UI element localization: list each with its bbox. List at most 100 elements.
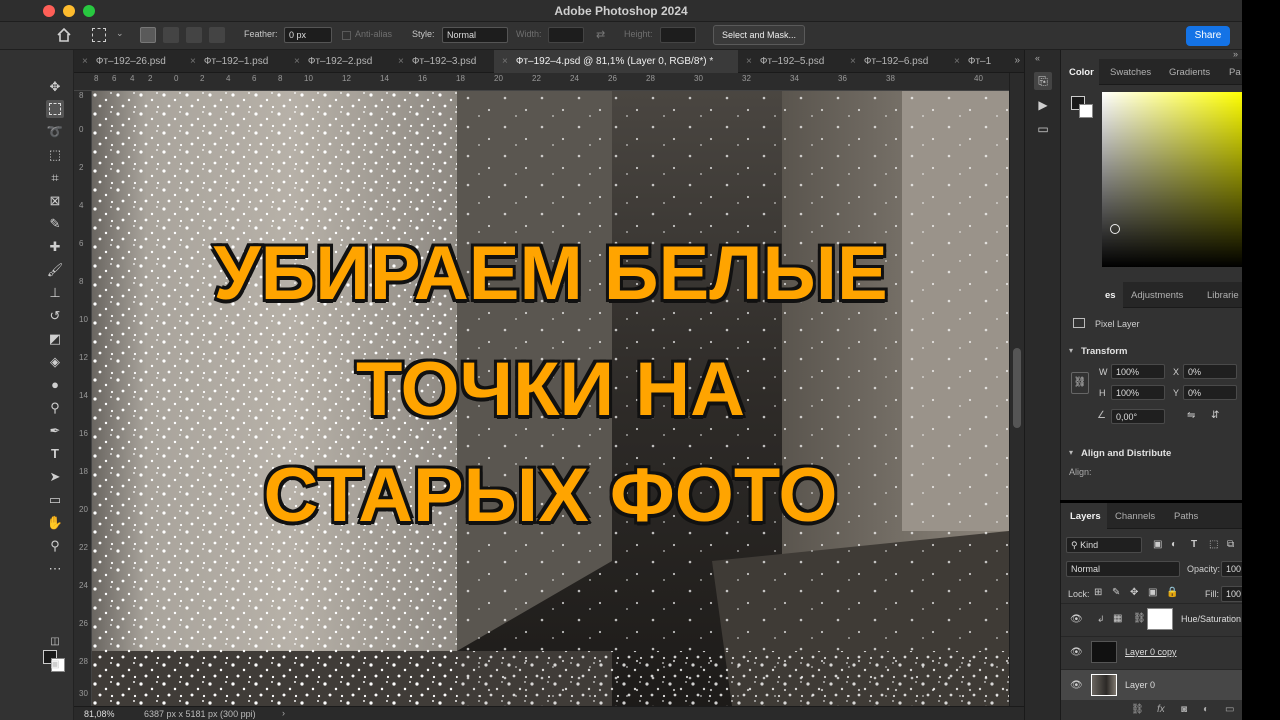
tab-doc-3[interactable]: × Фт–192–3.psd xyxy=(390,50,494,73)
subtract-selection-icon[interactable] xyxy=(186,27,202,43)
layer-row-layer-0-copy[interactable]: 👁 Layer 0 copy xyxy=(1061,636,1243,667)
visibility-eye-icon[interactable]: 👁 xyxy=(1070,647,1083,658)
type-icon[interactable]: T xyxy=(46,445,64,463)
width-input[interactable] xyxy=(548,27,584,43)
layer-row-hue-saturation[interactable]: 👁 ↲ ▦ ⛓ Hue/Saturation xyxy=(1061,603,1243,634)
new-selection-icon[interactable] xyxy=(140,27,156,43)
filter-shape-icon[interactable]: ⬚ xyxy=(1209,539,1218,550)
tab-swatches[interactable]: Swatches xyxy=(1110,59,1151,85)
close-tab-icon[interactable]: × xyxy=(746,56,752,67)
anti-alias-checkbox[interactable] xyxy=(342,31,351,40)
tab-libraries[interactable]: Librarie xyxy=(1207,282,1239,308)
close-tab-icon[interactable]: × xyxy=(82,56,88,67)
color-picker-field[interactable] xyxy=(1102,92,1243,267)
dodge-icon[interactable]: ⚲ xyxy=(46,399,64,417)
tab-layers[interactable]: Layers xyxy=(1061,503,1107,529)
actions-play-icon[interactable]: ▶ xyxy=(1034,96,1052,114)
history-icon[interactable]: ⎘ xyxy=(1034,72,1052,90)
scrollbar-thumb[interactable] xyxy=(1013,348,1021,428)
tab-doc-26[interactable]: × Фт–192–26.psd xyxy=(74,50,182,73)
close-tab-icon[interactable]: × xyxy=(190,56,196,67)
rectangle-icon[interactable]: ▭ xyxy=(46,491,64,509)
pen-icon[interactable]: ✒ xyxy=(46,422,64,440)
lock-artboard-icon[interactable]: ▣ xyxy=(1148,587,1157,598)
lock-image-icon[interactable]: ✎ xyxy=(1112,587,1120,598)
layer-style-icon[interactable]: fx xyxy=(1157,704,1165,715)
style-select[interactable]: Normal xyxy=(442,27,508,43)
tab-doc-overflow[interactable]: × Фт–1 xyxy=(946,50,1006,73)
chevron-down-icon[interactable]: ⌄ xyxy=(116,28,124,39)
share-button[interactable]: Share xyxy=(1186,26,1230,46)
visibility-eye-icon[interactable]: 👁 xyxy=(1070,680,1083,691)
chevron-right-icon[interactable]: › xyxy=(282,708,285,718)
visibility-eye-icon[interactable]: 👁 xyxy=(1070,614,1083,625)
zoom-icon[interactable]: ⚲ xyxy=(46,537,64,555)
eyedropper-icon[interactable]: ✎ xyxy=(46,215,64,233)
add-mask-icon[interactable]: ◙ xyxy=(1181,704,1187,715)
comments-icon[interactable]: ▭ xyxy=(1034,120,1052,138)
new-group-icon[interactable]: ▭ xyxy=(1225,704,1234,715)
color-picker-cursor[interactable] xyxy=(1110,224,1120,234)
add-selection-icon[interactable] xyxy=(163,27,179,43)
close-tab-icon[interactable]: × xyxy=(954,56,960,67)
history-brush-icon[interactable]: ↺ xyxy=(46,307,64,325)
layer-name[interactable]: Layer 0 xyxy=(1125,680,1155,690)
tab-gradients[interactable]: Gradients xyxy=(1169,59,1210,85)
vertical-scrollbar[interactable] xyxy=(1009,73,1024,706)
tab-properties[interactable]: es xyxy=(1061,282,1123,308)
tab-patterns[interactable]: Pa xyxy=(1229,59,1241,85)
tab-doc-1[interactable]: × Фт–192–1.psd xyxy=(182,50,286,73)
lasso-icon[interactable]: ➰ xyxy=(46,123,64,141)
tab-paths[interactable]: Paths xyxy=(1174,503,1198,529)
feather-input[interactable]: 0 px xyxy=(284,27,332,43)
home-icon[interactable] xyxy=(56,27,72,43)
hand-icon[interactable]: ✋ xyxy=(46,514,64,532)
layer-name[interactable]: Layer 0 copy xyxy=(1125,647,1177,657)
y-field[interactable]: 0% xyxy=(1183,385,1237,400)
screen-mode-icon[interactable]: ▣ xyxy=(46,656,64,674)
close-tab-icon[interactable]: × xyxy=(398,56,404,67)
crop-icon[interactable]: ⌗ xyxy=(46,169,64,187)
tab-adjustments[interactable]: Adjustments xyxy=(1131,282,1183,308)
filter-pixel-icon[interactable]: ▣ xyxy=(1153,539,1162,550)
paint-bucket-icon[interactable]: ◈ xyxy=(46,353,64,371)
blur-icon[interactable]: ● xyxy=(46,376,64,394)
align-section[interactable]: Align and Distribute xyxy=(1081,448,1171,459)
background-swatch-mini[interactable] xyxy=(1079,104,1093,118)
eraser-icon[interactable]: ◩ xyxy=(46,330,64,348)
rectangular-marquee-icon[interactable] xyxy=(46,100,64,118)
lock-all-icon[interactable]: 🔒 xyxy=(1166,587,1178,598)
tab-doc-6[interactable]: × Фт–192–6.psd xyxy=(842,50,946,73)
link-dimensions-icon[interactable]: ⛓ xyxy=(1071,372,1089,394)
layer-row-layer-0[interactable]: 👁 Layer 0 xyxy=(1061,669,1243,700)
angle-field[interactable]: 0,00° xyxy=(1111,409,1165,424)
select-and-mask-button[interactable]: Select and Mask... xyxy=(713,25,806,45)
path-selection-icon[interactable]: ➤ xyxy=(46,468,64,486)
swap-icon[interactable]: ⇄ xyxy=(596,28,605,41)
lock-position-icon[interactable]: ✥ xyxy=(1130,587,1138,598)
tabs-overflow-icon[interactable]: » xyxy=(1014,55,1020,66)
close-tab-icon[interactable]: × xyxy=(502,56,508,67)
filter-type-icon[interactable]: T xyxy=(1191,539,1197,550)
frame-icon[interactable]: ⊠ xyxy=(46,192,64,210)
tab-color[interactable]: Color xyxy=(1061,59,1099,85)
height-field[interactable]: 100% xyxy=(1111,385,1165,400)
edit-toolbar-icon[interactable]: ⋯ xyxy=(46,560,64,578)
width-field[interactable]: 100% xyxy=(1111,364,1165,379)
filter-adjustment-icon[interactable]: ◐ xyxy=(1171,539,1177,550)
clone-stamp-icon[interactable]: ⊥ xyxy=(46,284,64,302)
marquee-preset-icon[interactable] xyxy=(92,28,106,42)
flip-vertical-icon[interactable]: ⇵ xyxy=(1211,410,1219,421)
blend-mode-select[interactable]: Normal xyxy=(1066,561,1180,577)
layer-kind-filter[interactable]: ⚲ Kind xyxy=(1066,537,1142,553)
x-field[interactable]: 0% xyxy=(1183,364,1237,379)
close-tab-icon[interactable]: × xyxy=(850,56,856,67)
link-layers-icon[interactable]: ⛓ xyxy=(1131,704,1144,715)
intersect-selection-icon[interactable] xyxy=(209,27,225,43)
tab-channels[interactable]: Channels xyxy=(1115,503,1155,529)
close-tab-icon[interactable]: × xyxy=(294,56,300,67)
tab-doc-2[interactable]: × Фт–192–2.psd xyxy=(286,50,390,73)
tab-doc-4-active[interactable]: × Фт–192–4.psd @ 81,1% (Layer 0, RGB/8*) … xyxy=(494,50,738,73)
filter-smart-icon[interactable]: ⧉ xyxy=(1227,539,1234,550)
zoom-level[interactable]: 81,08% xyxy=(84,709,115,719)
